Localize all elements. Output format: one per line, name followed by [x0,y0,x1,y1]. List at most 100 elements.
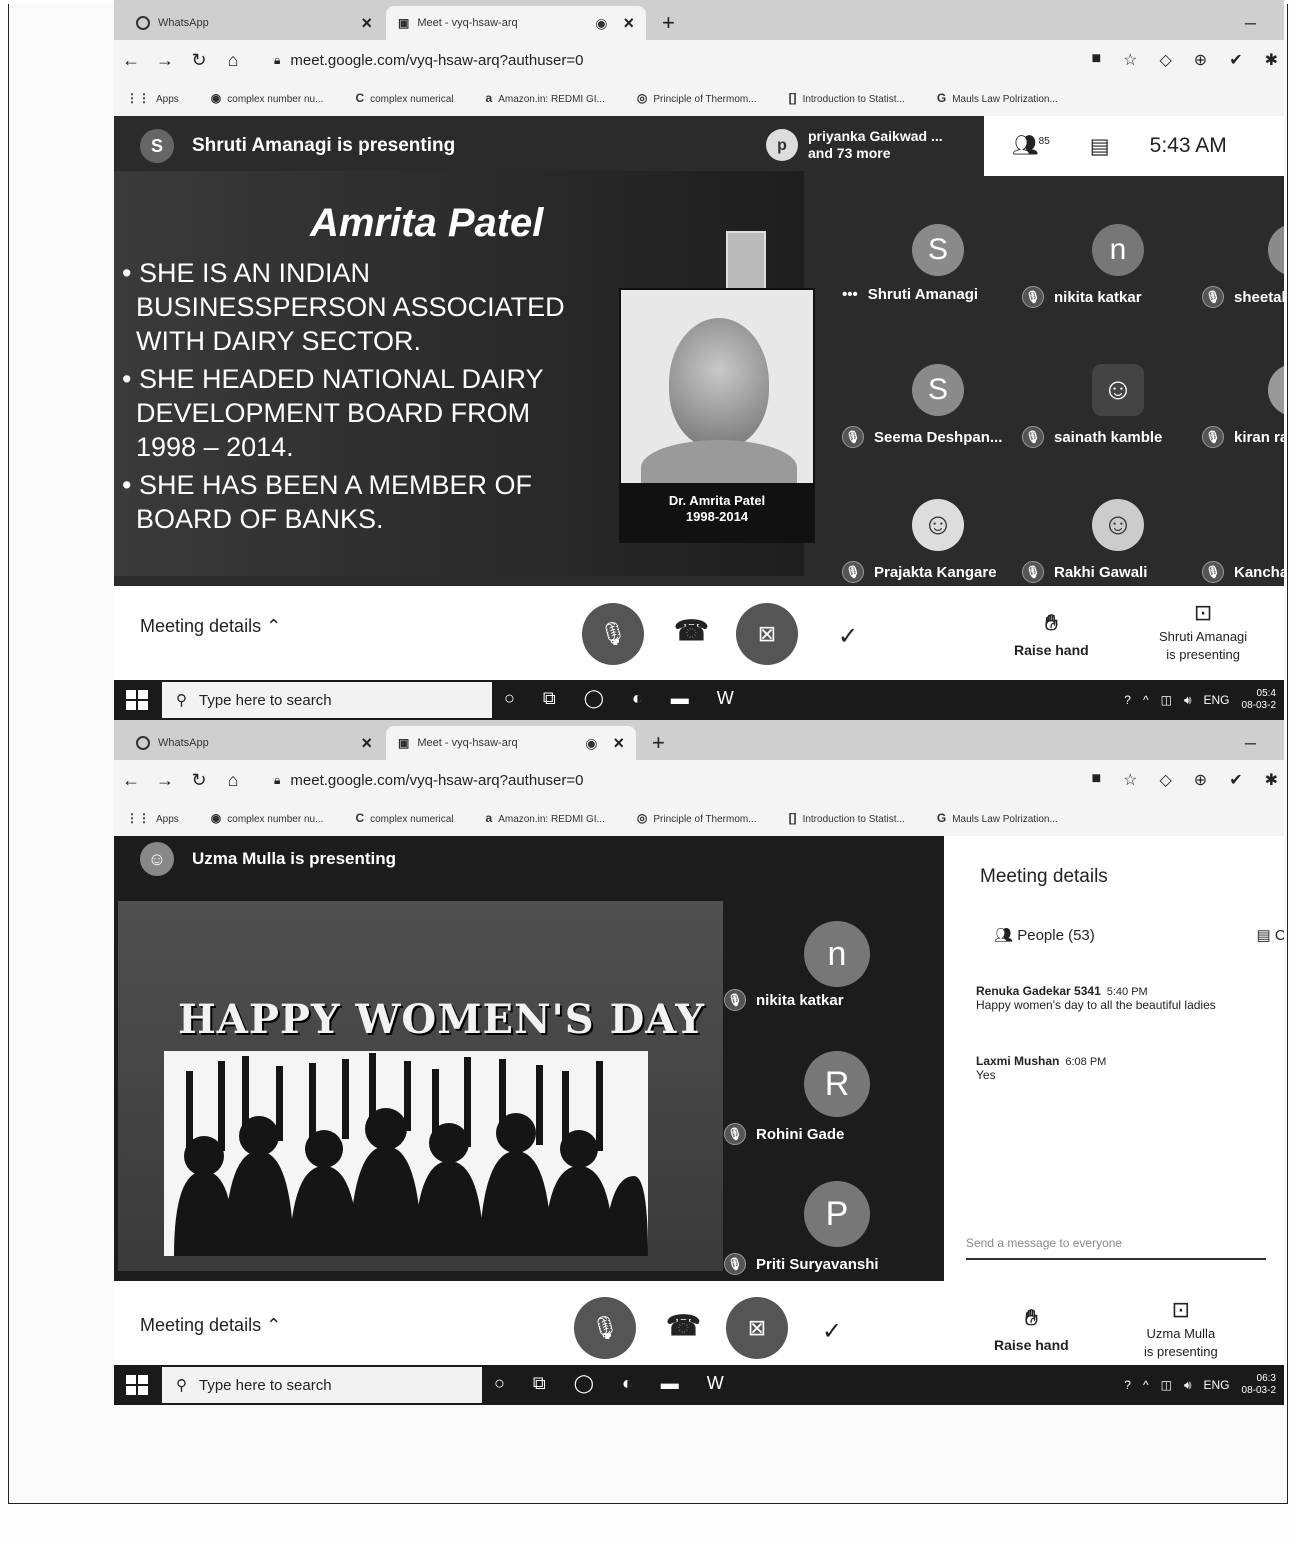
taskbar-clock[interactable]: 06:3 08-03-2 [1242,1373,1276,1397]
chevron-up-icon[interactable]: ^ [1143,693,1149,707]
participant-tile[interactable]: ☺ 🎙︎kiran ra [1202,364,1284,484]
help-icon[interactable]: ? [1124,693,1131,707]
bookmark-malus-law[interactable]: G Mauls Law Polrization... [937,811,1058,825]
bookmark-complex-number[interactable]: ◉ complex number nu... [211,811,324,825]
hang-up-button[interactable]: ☎︎ [666,1309,701,1342]
chrome-icon[interactable]: ◯ [584,688,604,709]
check-icon[interactable]: ✓ [822,1317,842,1346]
back-icon[interactable]: ← [114,50,148,71]
taskbar-clock[interactable]: 05:4 08-03-2 [1242,688,1276,712]
bookmark-statistics[interactable]: [] Introduction to Statist... [789,811,905,825]
file-explorer-icon[interactable]: ▬ [661,1373,679,1394]
url-field[interactable]: meet.google.com/vyq-hsaw-arq?authuser=0 [290,52,583,69]
star-icon[interactable]: ☆ [1123,770,1137,790]
minimize-icon[interactable]: – [1245,12,1256,35]
puzzle-icon[interactable]: ✱ [1265,770,1278,790]
back-icon[interactable]: ← [114,770,148,791]
help-icon[interactable]: ? [1124,1378,1131,1392]
bookmark-malus-law[interactable]: G Mauls Law Polrization... [937,91,1058,105]
windows-start-icon[interactable] [126,1375,148,1395]
check-icon[interactable]: ✓ [838,622,858,651]
word-icon[interactable]: W [707,1373,724,1394]
chat-input[interactable]: Send a message to everyone [966,1236,1266,1260]
raise-hand-button[interactable]: ✋︎ Raise hand [994,1305,1069,1353]
participant-tile[interactable]: s 🎙︎sheetal [1202,224,1284,344]
bookmark-statistics[interactable]: [] Introduction to Statist... [789,91,905,105]
presenting-button[interactable]: ⊡ Uzma Mulla is presenting [1144,1299,1218,1361]
star-icon[interactable]: ☆ [1123,50,1137,70]
meeting-details-button[interactable]: Meeting details ⌃ [140,1315,281,1336]
chat-icon[interactable]: ▤ [1090,134,1110,159]
hang-up-button[interactable]: ☎︎ [674,614,709,647]
raise-hand-button[interactable]: ✋︎ Raise hand [1014,610,1089,658]
volume-icon[interactable]: 🔊︎ [1184,1378,1192,1393]
check-icon[interactable]: ✔ [1229,50,1242,70]
camera-toggle-button[interactable]: ⊠ [726,1297,788,1359]
close-tab-icon[interactable]: × [361,733,372,754]
participant-tile[interactable]: R 🎙︎ Rohini Gade [724,1051,904,1171]
language-indicator[interactable]: ENG [1204,1378,1230,1392]
bookmark-apps[interactable]: ⋮⋮ Apps [126,91,179,105]
task-view-icon[interactable]: ⧉ [533,1373,546,1394]
bookmark-complex-numerical[interactable]: Ccomplex numerical [355,91,453,105]
lock-icon[interactable]: 🔒︎ [274,53,280,68]
cortana-icon[interactable]: ○ [504,688,515,709]
participant-tile[interactable]: ☺ 🎙︎ sainath kamble [1022,364,1202,484]
sync-icon[interactable]: ⊕ [1194,770,1207,790]
network-icon[interactable]: ◫ [1161,1378,1172,1392]
home-icon[interactable]: ⌂ [216,770,250,791]
word-icon[interactable]: W [717,688,734,709]
participant-tile[interactable]: n 🎙︎ nikita katkar [1022,224,1202,344]
mic-toggle-button[interactable]: 🎙︎ [574,1297,636,1359]
cortana-icon[interactable]: ○ [494,1373,505,1394]
participant-tile[interactable]: n 🎙︎ nikita katkar [724,921,904,1041]
tab-whatsapp[interactable]: WhatsApp × [124,6,384,40]
language-indicator[interactable]: ENG [1204,693,1230,707]
bookmark-amazon[interactable]: a Amazon.in: REDMI GI... [486,91,605,105]
participant-tile[interactable]: S 🎙︎ Seema Deshpan... [842,364,1022,484]
task-view-icon[interactable]: ⧉ [543,688,556,709]
network-icon[interactable]: ◫ [1161,693,1172,707]
home-icon[interactable]: ⌂ [216,50,250,71]
tab-people[interactable]: 👥︎ People (53) [994,926,1095,944]
presenting-button[interactable]: ⊡ Shruti Amanagi is presenting [1159,602,1247,664]
chrome-icon[interactable]: ◯ [574,1373,594,1394]
extension-icon[interactable]: ◇ [1159,770,1171,790]
reload-icon[interactable]: ↻ [182,770,216,791]
taskbar-search[interactable]: ⚲ Type here to search [162,682,492,718]
extension-icon[interactable]: ◇ [1159,50,1171,70]
new-tab-icon[interactable]: + [662,10,675,36]
tab-meet[interactable]: ▣ Meet - vyq-hsaw-arq ◉ × [386,6,646,40]
lock-icon[interactable]: 🔒︎ [274,773,280,788]
sync-icon[interactable]: ⊕ [1194,50,1207,70]
camera-icon[interactable]: ■ [1091,770,1101,790]
taskbar-search[interactable]: ⚲ Type here to search [162,1367,482,1403]
bookmark-amazon[interactable]: a Amazon.in: REDMI GI... [486,811,605,825]
puzzle-icon[interactable]: ✱ [1265,50,1278,70]
chevron-up-icon[interactable]: ^ [1143,1378,1149,1392]
bookmark-complex-number[interactable]: ◉ complex number nu... [211,91,324,105]
camera-icon[interactable]: ■ [1091,50,1101,70]
mic-toggle-button[interactable]: 🎙︎ [582,603,644,665]
reload-icon[interactable]: ↻ [182,50,216,71]
file-explorer-icon[interactable]: ▬ [671,688,689,709]
close-tab-icon[interactable]: × [361,13,372,34]
bookmark-thermom[interactable]: ◎ Principle of Thermom... [637,91,757,105]
meeting-details-button[interactable]: Meeting details ⌃ [140,616,281,637]
url-field[interactable]: meet.google.com/vyq-hsaw-arq?authuser=0 [290,772,583,789]
close-tab-icon[interactable]: × [613,733,624,754]
browser-icon[interactable]: ◐ [622,1373,633,1394]
bookmark-complex-numerical[interactable]: Ccomplex numerical [355,811,453,825]
camera-toggle-button[interactable]: ⊠ [736,603,798,665]
close-tab-icon[interactable]: × [623,13,634,34]
tab-chat[interactable]: ▤ Ch [1256,926,1284,944]
windows-start-icon[interactable] [126,690,148,710]
more-options-icon[interactable]: ••• [842,286,858,303]
bookmark-apps[interactable]: ⋮⋮ Apps [126,811,179,825]
bookmark-thermom[interactable]: ◎ Principle of Thermom... [637,811,757,825]
forward-icon[interactable]: → [148,770,182,791]
other-participants[interactable]: p priyanka Gaikwad ... and 73 more [766,128,943,162]
browser-icon[interactable]: ◐ [632,688,643,709]
minimize-icon[interactable]: – [1245,732,1256,755]
tab-meet[interactable]: ▣ Meet - vyq-hsaw-arq ◉ × [386,726,636,760]
